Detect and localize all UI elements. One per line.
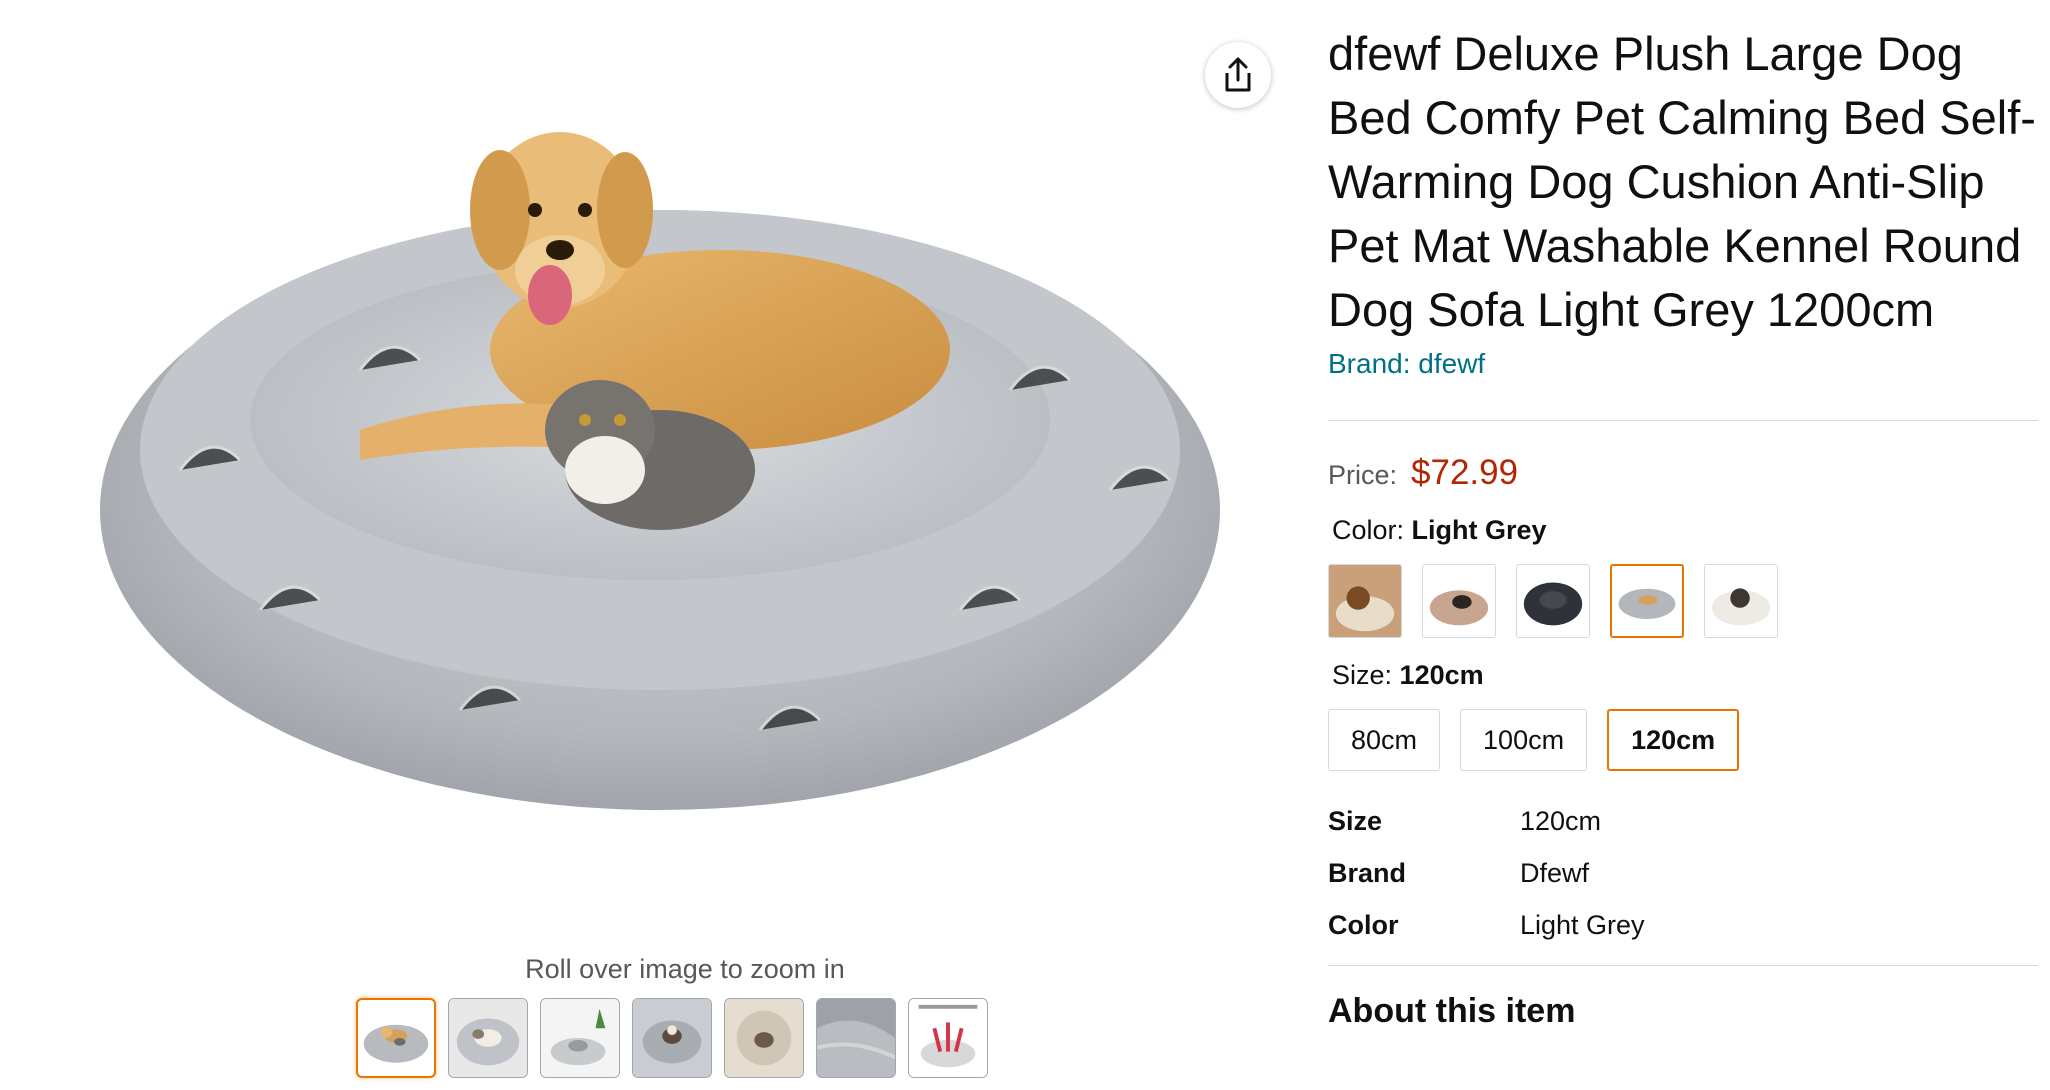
share-icon <box>1225 57 1251 92</box>
price-value: $72.99 <box>1411 453 1519 492</box>
color-swatch-3[interactable] <box>1516 564 1590 638</box>
color-swatch-5[interactable] <box>1704 564 1778 638</box>
price-label: Price: <box>1328 460 1398 490</box>
spec-value: Dfewf <box>1520 857 1590 888</box>
thumbnail-1[interactable] <box>356 998 436 1078</box>
thumbnail-3[interactable] <box>540 998 620 1078</box>
spec-row: Size 120cm <box>1328 795 1645 847</box>
spec-row: Color Light Grey <box>1328 899 1645 951</box>
thumbnail-2[interactable] <box>448 998 528 1078</box>
color-swatch-2[interactable] <box>1422 564 1496 638</box>
share-button[interactable] <box>1205 42 1271 108</box>
color-label-row: Color: Light Grey <box>1332 515 2038 546</box>
size-button-80cm[interactable]: 80cm <box>1328 709 1441 771</box>
spec-key: Color <box>1328 909 1399 940</box>
size-button-120cm[interactable]: 120cm <box>1607 709 1740 771</box>
main-product-image[interactable] <box>60 90 1300 850</box>
product-title: dfewf Deluxe Plush Large Dog Bed Comfy P… <box>1328 27 2036 336</box>
product-details: dfewf Deluxe Plush Large Dog Bed Comfy P… <box>1328 22 2038 1031</box>
thumbnail-5[interactable] <box>724 998 804 1078</box>
spec-value: Light Grey <box>1520 909 1645 940</box>
size-label: Size: <box>1332 660 1393 690</box>
thumbnail-7[interactable] <box>908 998 988 1078</box>
size-selected-value: 120cm <box>1399 660 1484 690</box>
size-button-100cm[interactable]: 100cm <box>1460 709 1588 771</box>
brand-link[interactable]: Brand: dfewf <box>1328 348 2038 380</box>
spec-row: Brand Dfewf <box>1328 847 1645 899</box>
size-label-row: Size: 120cm <box>1332 660 2038 691</box>
color-label: Color: <box>1332 515 1405 545</box>
price-row: Price: $72.99 <box>1328 453 2038 493</box>
spec-key: Size <box>1328 805 1383 836</box>
divider <box>1328 420 2038 421</box>
divider <box>1328 965 2038 966</box>
color-swatches <box>1328 564 2038 638</box>
spec-table: Size 120cm Brand Dfewf Color Light Grey <box>1328 795 1645 951</box>
size-options: 80cm 100cm 120cm <box>1328 709 2038 771</box>
zoom-hint: Roll over image to zoom in <box>525 954 845 984</box>
color-swatch-4[interactable] <box>1610 564 1684 638</box>
color-swatch-1[interactable] <box>1328 564 1402 638</box>
thumbnail-6[interactable] <box>816 998 896 1078</box>
color-selected-value: Light Grey <box>1411 515 1547 545</box>
thumbnail-strip <box>356 998 988 1078</box>
thumbnail-4[interactable] <box>632 998 712 1078</box>
spec-value: 120cm <box>1520 805 1602 836</box>
about-heading: About this item <box>1328 992 1576 1030</box>
spec-key: Brand <box>1328 857 1407 888</box>
